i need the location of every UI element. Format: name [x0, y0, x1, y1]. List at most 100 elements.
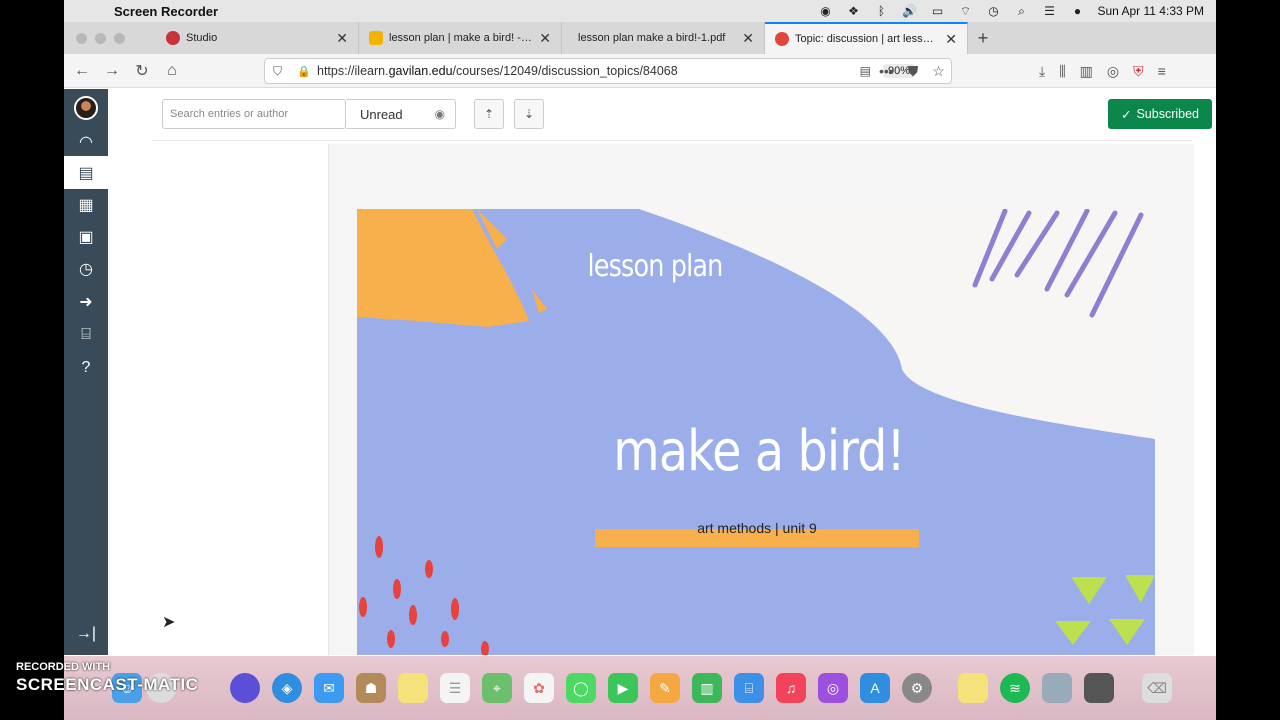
tab-title: Studio	[186, 32, 218, 44]
browser-navigation-bar: ← → ↻ ⌂ ⛉ 🔒 https://ilearn.gavilan.edu/c…	[64, 54, 1216, 88]
commons-arrow-icon: ➜	[79, 293, 93, 311]
library-icon[interactable]: ⫼	[1059, 63, 1065, 80]
url-text[interactable]: https://ilearn.gavilan.edu/courses/12049…	[317, 64, 678, 78]
close-tab-icon[interactable]: ✕	[945, 31, 957, 48]
address-bar[interactable]: ⛉ 🔒 https://ilearn.gavilan.edu/courses/1…	[264, 58, 952, 84]
siri-icon[interactable]: ●	[1069, 4, 1085, 18]
nav-calendar[interactable]: ▦	[64, 188, 108, 221]
nav-inbox[interactable]: ▣	[64, 220, 108, 253]
menu-icon[interactable]: ≡	[1158, 63, 1166, 79]
mail-icon[interactable]: ✉	[314, 673, 344, 703]
maps-icon[interactable]: ⌖	[482, 673, 512, 703]
forward-icon[interactable]: →	[98, 57, 126, 85]
unread-filter-button[interactable]: Unread ◉	[346, 99, 456, 129]
reload-icon[interactable]: ↻	[128, 57, 156, 85]
podcasts-icon[interactable]: ◎	[818, 673, 848, 703]
trash-icon[interactable]: ⌫	[1142, 673, 1172, 703]
wifi-icon[interactable]: ⌔	[957, 4, 973, 18]
system-preferences-icon[interactable]: ⚙	[902, 673, 932, 703]
spotlight-search-icon[interactable]: ⌕	[1013, 4, 1029, 18]
nav-collapse[interactable]: →|	[64, 617, 108, 650]
zoom-window-button[interactable]	[114, 32, 125, 44]
bluetooth-icon[interactable]: ᛒ	[873, 4, 889, 18]
sidebar-icon[interactable]: ▥	[1080, 63, 1093, 80]
orange-brush-shape	[357, 209, 529, 327]
back-icon[interactable]: ←	[68, 57, 96, 85]
home-icon[interactable]: ⌂	[158, 57, 186, 85]
red-drops	[359, 536, 489, 655]
account-icon[interactable]: ◎	[1107, 63, 1119, 80]
stickies-icon[interactable]	[958, 673, 988, 703]
numbers-icon[interactable]: ▥	[692, 673, 722, 703]
canvas-global-nav: ◠ ▤ ▦ ▣ ◷ ➜ ⌸ ? →|	[64, 89, 108, 655]
nav-history[interactable]: ◷	[64, 252, 108, 285]
notes-icon[interactable]	[398, 673, 428, 703]
tab-title: Topic: discussion | art lesson pl	[795, 33, 940, 45]
lock-icon[interactable]: 🔒	[297, 65, 311, 78]
dropbox-icon[interactable]: ❖	[845, 4, 861, 18]
minimize-window-button[interactable]	[95, 32, 106, 44]
time-machine-icon[interactable]: ◷	[985, 4, 1001, 18]
recording-letterbox-right	[1216, 0, 1280, 720]
page-actions: ••• ⛊ ☆	[879, 54, 945, 88]
collapse-replies-button[interactable]: ⇡	[474, 99, 504, 129]
photos-icon[interactable]: ✿	[524, 673, 554, 703]
reader-view-icon[interactable]: ▤	[860, 64, 871, 78]
recording-letterbox-left	[0, 0, 64, 720]
slide-title-big: make a bird!	[613, 419, 905, 484]
collapse-icon: ⇡	[483, 107, 495, 121]
contacts-icon[interactable]: ☗	[356, 673, 386, 703]
close-window-button[interactable]	[76, 32, 87, 44]
expand-icon: ⇣	[523, 107, 535, 121]
tab-discussion-topic[interactable]: Topic: discussion | art lesson pl ✕	[765, 22, 968, 54]
more-actions-icon[interactable]: •••	[879, 63, 894, 79]
messages-icon[interactable]: ◯	[566, 673, 596, 703]
window-controls	[64, 22, 156, 54]
volume-icon[interactable]: 🔊	[901, 4, 917, 18]
reminders-icon[interactable]: ☰	[440, 673, 470, 703]
tab-studio[interactable]: Studio ✕	[156, 22, 359, 54]
browser-toolbar-icons: ⤓ ⫼ ▥ ◎ ⛨ ≡	[1039, 54, 1166, 88]
battery-icon[interactable]: ▭	[929, 4, 945, 18]
extension-icon[interactable]: ⛨	[1133, 63, 1144, 80]
left-gutter	[108, 141, 328, 655]
preview-icon[interactable]	[1042, 673, 1072, 703]
music-icon[interactable]: ♫	[776, 673, 806, 703]
close-tab-icon[interactable]: ✕	[742, 30, 754, 47]
avatar	[74, 95, 98, 120]
control-center-icon[interactable]: ☰	[1041, 4, 1057, 18]
studio-easel-icon: ⌸	[81, 325, 91, 343]
pages-icon[interactable]: ✎	[650, 673, 680, 703]
tab-pdf[interactable]: lesson plan make a bird!-1.pdf ✕	[562, 22, 765, 54]
pocket-icon[interactable]: ⛊	[908, 63, 919, 80]
nav-help[interactable]: ?	[64, 351, 108, 384]
nav-dashboard[interactable]: ◠	[64, 125, 108, 158]
close-tab-icon[interactable]: ✕	[539, 30, 551, 47]
app-name[interactable]: Screen Recorder	[114, 4, 218, 19]
downloads-icon[interactable]: ⤓	[1039, 63, 1045, 80]
keynote-icon[interactable]: ⌸	[734, 673, 764, 703]
siri-dock-icon[interactable]	[230, 673, 260, 703]
record-icon[interactable]: ◉	[817, 4, 833, 18]
new-tab-button[interactable]: +	[968, 22, 998, 54]
nav-account[interactable]	[64, 91, 108, 124]
slide-subtitle: art methods | unit 9	[697, 520, 817, 536]
nav-studio[interactable]: ⌸	[64, 318, 108, 351]
screenshot-icon[interactable]	[1084, 673, 1114, 703]
menubar-clock[interactable]: Sun Apr 11 4:33 PM	[1097, 4, 1204, 18]
facetime-icon[interactable]: ▶	[608, 673, 638, 703]
safari-icon[interactable]: ◈	[272, 673, 302, 703]
expand-replies-button[interactable]: ⇣	[514, 99, 544, 129]
tab-google-slides[interactable]: lesson plan | make a bird! - Goo ✕	[359, 22, 562, 54]
nav-commons[interactable]: ➜	[64, 285, 108, 318]
spotify-icon[interactable]: ≋	[1000, 673, 1030, 703]
search-entries-input[interactable]: Search entries or author	[162, 99, 346, 129]
nav-courses[interactable]: ▤	[64, 156, 108, 189]
inbox-icon: ▣	[78, 228, 94, 246]
subscribed-button[interactable]: ✓ Subscribed	[1108, 99, 1212, 129]
bookmark-star-icon[interactable]: ☆	[932, 63, 945, 80]
screencastomatic-watermark: RECORDED WITH SCREENCAST-MATIC	[16, 661, 198, 695]
tracking-shield-icon[interactable]: ⛉	[273, 64, 287, 79]
app-store-icon[interactable]: A	[860, 673, 890, 703]
close-tab-icon[interactable]: ✕	[336, 30, 348, 47]
